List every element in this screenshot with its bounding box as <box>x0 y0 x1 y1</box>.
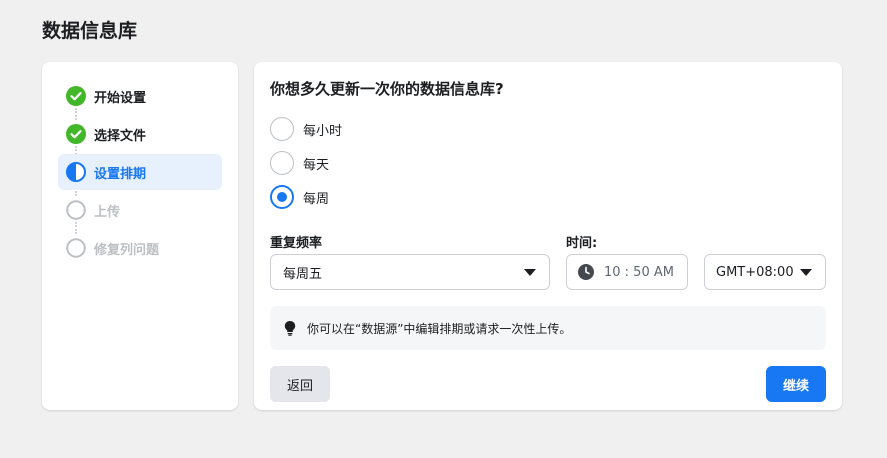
radio-weekly[interactable]: 每周 <box>270 184 329 210</box>
clock-icon <box>578 264 594 280</box>
timezone-select[interactable]: GMT+08:00 <box>704 254 826 290</box>
empty-circle-icon <box>66 238 86 258</box>
step-choose-file[interactable]: 选择文件 <box>58 116 222 152</box>
time-value: 10 : 50 AM <box>604 264 674 280</box>
schedule-panel: 你想多久更新一次你的数据信息库? 每小时 每天 每周 重复频率 时间: 每周五 … <box>254 62 842 410</box>
empty-circle-icon <box>66 200 86 220</box>
continue-button[interactable]: 继续 <box>766 366 826 402</box>
page-title: 数据信息库 <box>42 20 138 42</box>
schedule-question: 你想多久更新一次你的数据信息库? <box>270 80 504 98</box>
time-input[interactable]: 10 : 50 AM <box>566 254 688 290</box>
step-label: 上传 <box>94 204 121 220</box>
back-button[interactable]: 返回 <box>270 366 330 402</box>
lightbulb-icon <box>284 321 296 336</box>
time-label: 时间: <box>566 236 598 251</box>
radio-circle[interactable] <box>270 117 294 141</box>
repeat-label: 重复频率 <box>270 236 323 251</box>
step-label: 开始设置 <box>94 90 147 106</box>
tip-text: 你可以在“数据源”中编辑排期或请求一次性上传。 <box>307 321 572 336</box>
radio-circle[interactable] <box>270 185 294 209</box>
caret-down-icon <box>800 269 812 276</box>
radio-label: 每小时 <box>303 123 343 139</box>
step-set-schedule[interactable]: 设置排期 <box>58 154 222 190</box>
caret-down-icon <box>524 269 536 276</box>
radio-circle[interactable] <box>270 151 294 175</box>
radio-hourly[interactable]: 每小时 <box>270 116 342 142</box>
step-start-setup[interactable]: 开始设置 <box>58 78 222 114</box>
step-upload[interactable]: 上传 <box>58 192 222 228</box>
step-label: 设置排期 <box>94 166 147 182</box>
repeat-value: 每周五 <box>283 266 323 282</box>
steps-panel: 开始设置 选择文件 设置排期 上传 修复列问题 <box>42 62 238 410</box>
check-circle-icon <box>66 86 86 106</box>
check-circle-icon <box>66 124 86 144</box>
radio-label: 每天 <box>303 157 330 173</box>
timezone-value: GMT+08:00 <box>716 264 794 280</box>
half-circle-progress-icon <box>66 162 86 182</box>
info-tip: 你可以在“数据源”中编辑排期或请求一次性上传。 <box>270 306 826 350</box>
step-label: 选择文件 <box>94 128 147 144</box>
step-label: 修复列问题 <box>94 242 160 258</box>
repeat-select[interactable]: 每周五 <box>270 254 550 290</box>
radio-daily[interactable]: 每天 <box>270 150 329 176</box>
radio-label: 每周 <box>303 191 330 207</box>
step-fix-columns[interactable]: 修复列问题 <box>58 230 222 266</box>
